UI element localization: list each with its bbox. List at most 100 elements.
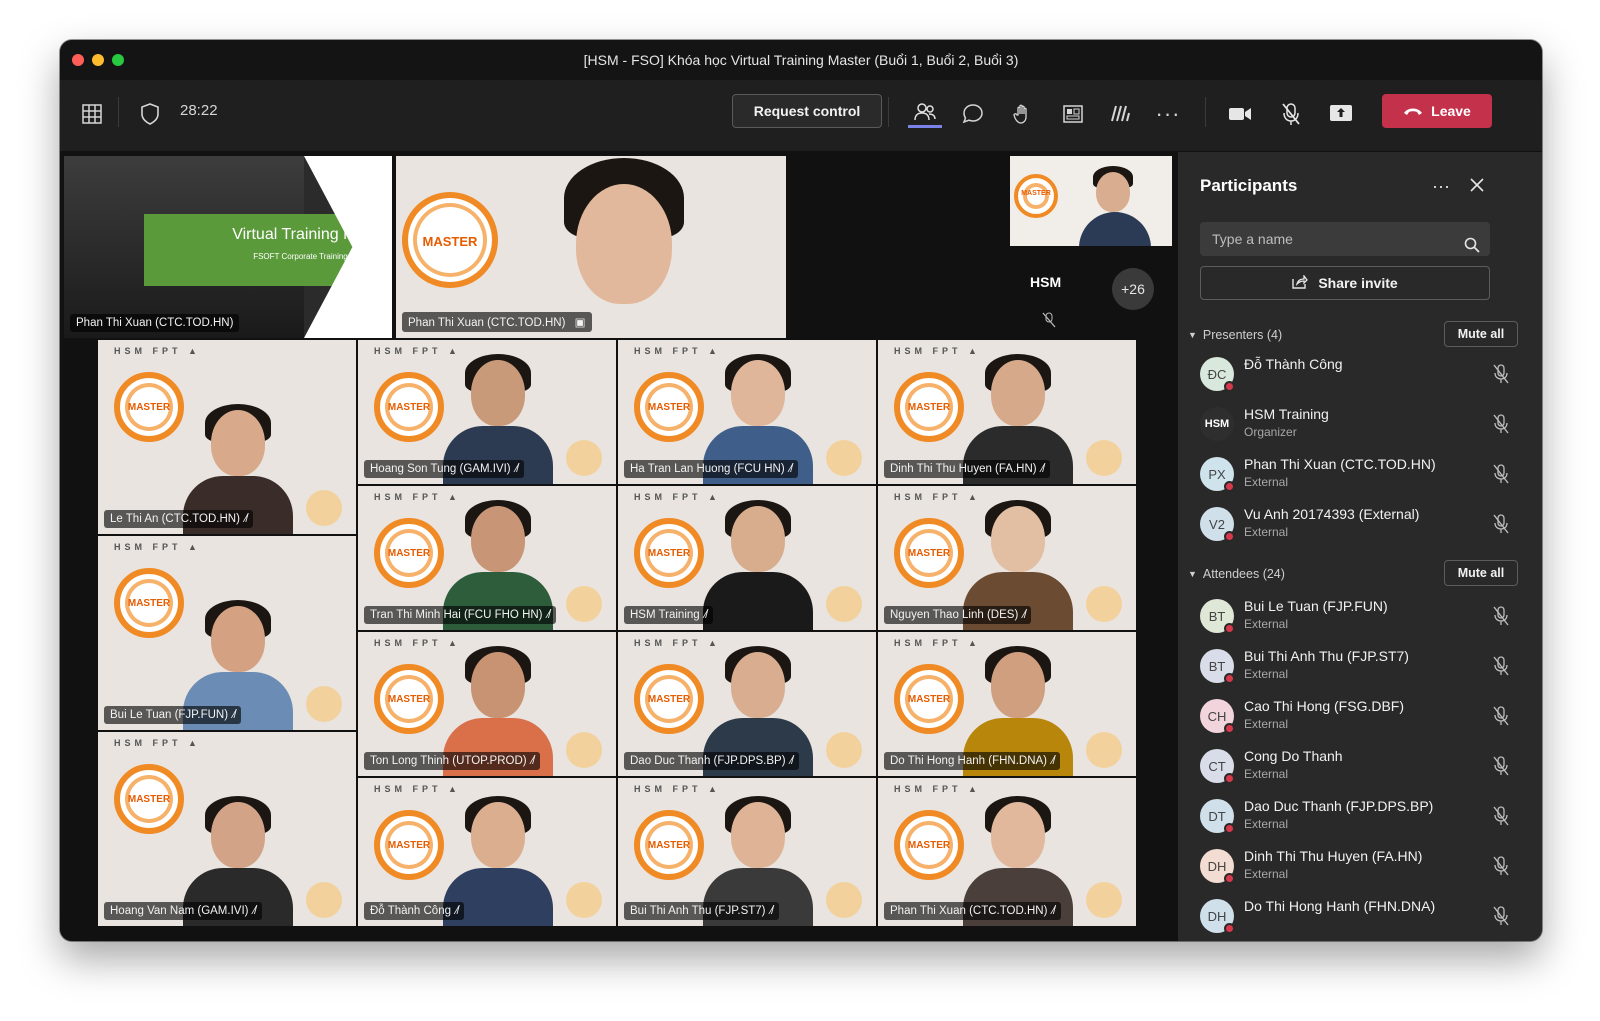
- participant-row[interactable]: PX Phan Thi Xuan (CTC.TOD.HN) External: [1200, 451, 1520, 501]
- shield-icon[interactable]: [136, 100, 164, 128]
- participant-name: Phan Thi Xuan (CTC.TOD.HN): [890, 905, 1048, 917]
- participant-name: Cong Do Thanh: [1244, 748, 1343, 764]
- chat-icon[interactable]: [958, 100, 988, 128]
- participant-video-tile[interactable]: HSM FPT ▲ MASTER Nguyen Thao Linh (DES) ⁄̸: [878, 486, 1136, 630]
- sharing-icon: ▣: [574, 317, 586, 329]
- self-view-tile[interactable]: MASTER: [1010, 156, 1172, 246]
- mic-off-icon[interactable]: [1276, 100, 1306, 128]
- rooms-icon[interactable]: [1058, 100, 1088, 128]
- participant-row[interactable]: V2 Vu Anh 20174393 (External) External: [1200, 501, 1520, 551]
- participant-video-tile[interactable]: HSM FPT ▲ MASTER Dinh Thi Thu Huyen (FA.HN…: [878, 340, 1136, 484]
- mic-off-icon[interactable]: [1492, 756, 1512, 776]
- more-icon[interactable]: ···: [1432, 176, 1450, 197]
- training-logo: MASTER: [114, 764, 184, 834]
- training-logo: MASTER: [634, 810, 704, 880]
- participant-video-tile[interactable]: HSM FPT ▲ MASTER Tran Thi Minh Hai (FCU FH…: [358, 486, 616, 630]
- participants-icon[interactable]: [908, 98, 942, 128]
- mic-off-icon[interactable]: [1492, 606, 1512, 626]
- avatar-initials: DT: [1208, 808, 1226, 824]
- share-invite-button[interactable]: Share invite: [1200, 266, 1490, 300]
- mic-off-icon[interactable]: [1492, 856, 1512, 876]
- participant-video-tile[interactable]: HSM FPT ▲ MASTER Ha Tran Lan Huong (FCU HN…: [618, 340, 876, 484]
- chevron-down-icon: ▼: [1188, 330, 1197, 340]
- mic-off-icon[interactable]: [1492, 656, 1512, 676]
- status-badge: [1224, 531, 1235, 542]
- search-input[interactable]: Type a name: [1200, 222, 1490, 256]
- participant-video-tile[interactable]: HSM FPT ▲ MASTER Dao Duc Thanh (FJP.DPS.BP…: [618, 632, 876, 776]
- participant-name: Do Thi Hong Hanh (FHN.DNA): [1244, 898, 1436, 914]
- mic-off-icon[interactable]: [1492, 706, 1512, 726]
- mic-off-icon: ⁄̸: [1038, 463, 1044, 475]
- mic-off-icon[interactable]: [1492, 514, 1512, 534]
- status-badge: [1224, 623, 1235, 634]
- more-icon[interactable]: ···: [1153, 100, 1183, 128]
- participant-row[interactable]: DH Dinh Thi Thu Huyen (FA.HN) External: [1200, 843, 1520, 893]
- close-window-button[interactable]: [72, 54, 84, 66]
- participant-row[interactable]: HSM HSM Training Organizer: [1200, 401, 1520, 451]
- mic-off-icon[interactable]: [1492, 906, 1512, 926]
- participant-row[interactable]: ĐC Đỗ Thành Công: [1200, 351, 1520, 401]
- participant-name: Dinh Thi Thu Huyen (FA.HN): [890, 463, 1037, 475]
- participant-video-tile[interactable]: HSM FPT ▲ MASTER Bui Le Tuan (FJP.FUN) ⁄̸: [98, 536, 356, 730]
- participant-name-label: Đỗ Thành Công ⁄̸: [364, 902, 465, 920]
- share-icon: [1292, 273, 1309, 292]
- whiteboard-icon[interactable]: [1105, 100, 1135, 128]
- participant-video-tile[interactable]: HSM FPT ▲ MASTER Bui Thi Anh Thu (FJP.ST7)…: [618, 778, 876, 926]
- participant-video-tile[interactable]: HSM FPT ▲ MASTER Hoang Van Nam (GAM.IVI) ⁄…: [98, 732, 356, 926]
- participant-video-tile[interactable]: HSM FPT ▲ MASTER HSM Training ⁄̸: [618, 486, 876, 630]
- partner-logos: HSM FPT ▲: [894, 784, 981, 794]
- background-decoration: [826, 732, 862, 768]
- participant-video-tile[interactable]: MASTER Phan Thi Xuan (CTC.TOD.HN) ▣: [396, 156, 786, 338]
- avatar: ĐC: [1200, 357, 1235, 392]
- meeting-toolbar: 28:22 Request control ··· Leave: [60, 80, 1542, 152]
- mic-off-icon: ⁄̸: [528, 755, 534, 767]
- participant-video-tile[interactable]: HSM FPT ▲ MASTER Đỗ Thành Công ⁄̸: [358, 778, 616, 926]
- attendees-section-header[interactable]: ▼ Attendees (24) Mute all: [1188, 559, 1528, 589]
- participant-row[interactable]: DT Dao Duc Thanh (FJP.DPS.BP) External: [1200, 793, 1520, 843]
- participant-role: Organizer: [1244, 425, 1297, 439]
- mute-all-presenters-button[interactable]: Mute all: [1444, 321, 1518, 347]
- participant-video-tile[interactable]: HSM FPT ▲ MASTER Do Thi Hong Hanh (FHN.DNA…: [878, 632, 1136, 776]
- title-bar: [HSM - FSO] Khóa học Virtual Training Ma…: [60, 40, 1542, 80]
- mic-off-icon: [1042, 312, 1058, 328]
- participant-role: External: [1244, 867, 1289, 881]
- share-screen-icon[interactable]: [1326, 100, 1356, 128]
- raise-hand-icon[interactable]: [1008, 100, 1038, 128]
- grid-icon[interactable]: [78, 100, 106, 128]
- request-control-button[interactable]: Request control: [732, 94, 882, 128]
- participant-row[interactable]: CH Cao Thi Hong (FSG.DBF) External: [1200, 693, 1520, 743]
- background-decoration: [306, 686, 342, 722]
- minimize-window-button[interactable]: [92, 54, 104, 66]
- participant-row[interactable]: DH Do Thi Hong Hanh (FHN.DNA): [1200, 893, 1520, 941]
- participant-row[interactable]: BT Bui Thi Anh Thu (FJP.ST7) External: [1200, 643, 1520, 693]
- participant-video-tile[interactable]: HSM FPT ▲ MASTER Le Thi An (CTC.TOD.HN) ⁄̸: [98, 340, 356, 534]
- leave-button[interactable]: Leave: [1382, 94, 1492, 128]
- mic-off-icon[interactable]: [1492, 464, 1512, 484]
- participant-video-tile[interactable]: HSM FPT ▲ MASTER Hoang Son Tung (GAM.IVI) …: [358, 340, 616, 484]
- overflow-participants-button[interactable]: +26: [1112, 268, 1154, 310]
- participant-video-tile[interactable]: HSM FPT ▲ MASTER Phan Thi Xuan (CTC.TOD.HN…: [878, 778, 1136, 926]
- participant-row[interactable]: BT Bui Le Tuan (FJP.FUN) External: [1200, 593, 1520, 643]
- zoom-window-button[interactable]: [112, 54, 124, 66]
- participant-video-tile[interactable]: HSM FPT ▲ MASTER Ton Long Thinh (UTOP.PROD…: [358, 632, 616, 776]
- mute-all-attendees-button[interactable]: Mute all: [1444, 560, 1518, 586]
- avatar: V2: [1200, 507, 1235, 542]
- background-decoration: [566, 440, 602, 476]
- shared-content-tile[interactable]: Virtual Training Master FSOFT Corporate …: [64, 156, 392, 338]
- close-icon[interactable]: [1470, 178, 1486, 194]
- avatar-initials: HSM: [1204, 418, 1230, 430]
- training-logo: MASTER: [114, 372, 184, 442]
- mic-off-icon[interactable]: [1492, 414, 1512, 434]
- camera-icon[interactable]: [1224, 100, 1256, 128]
- training-logo: MASTER: [402, 192, 498, 288]
- mic-off-icon[interactable]: [1492, 806, 1512, 826]
- status-badge: [1224, 823, 1235, 834]
- avatar: BT: [1200, 649, 1235, 684]
- presenters-section-header[interactable]: ▼ Presenters (4) Mute all: [1188, 320, 1528, 350]
- hsm-avatar[interactable]: HSM: [1030, 274, 1061, 290]
- partner-logos: HSM FPT ▲: [114, 542, 201, 552]
- participant-role: External: [1244, 475, 1289, 489]
- participant-row[interactable]: CT Cong Do Thanh External: [1200, 743, 1520, 793]
- mic-off-icon[interactable]: [1492, 364, 1512, 384]
- training-logo: MASTER: [374, 372, 444, 442]
